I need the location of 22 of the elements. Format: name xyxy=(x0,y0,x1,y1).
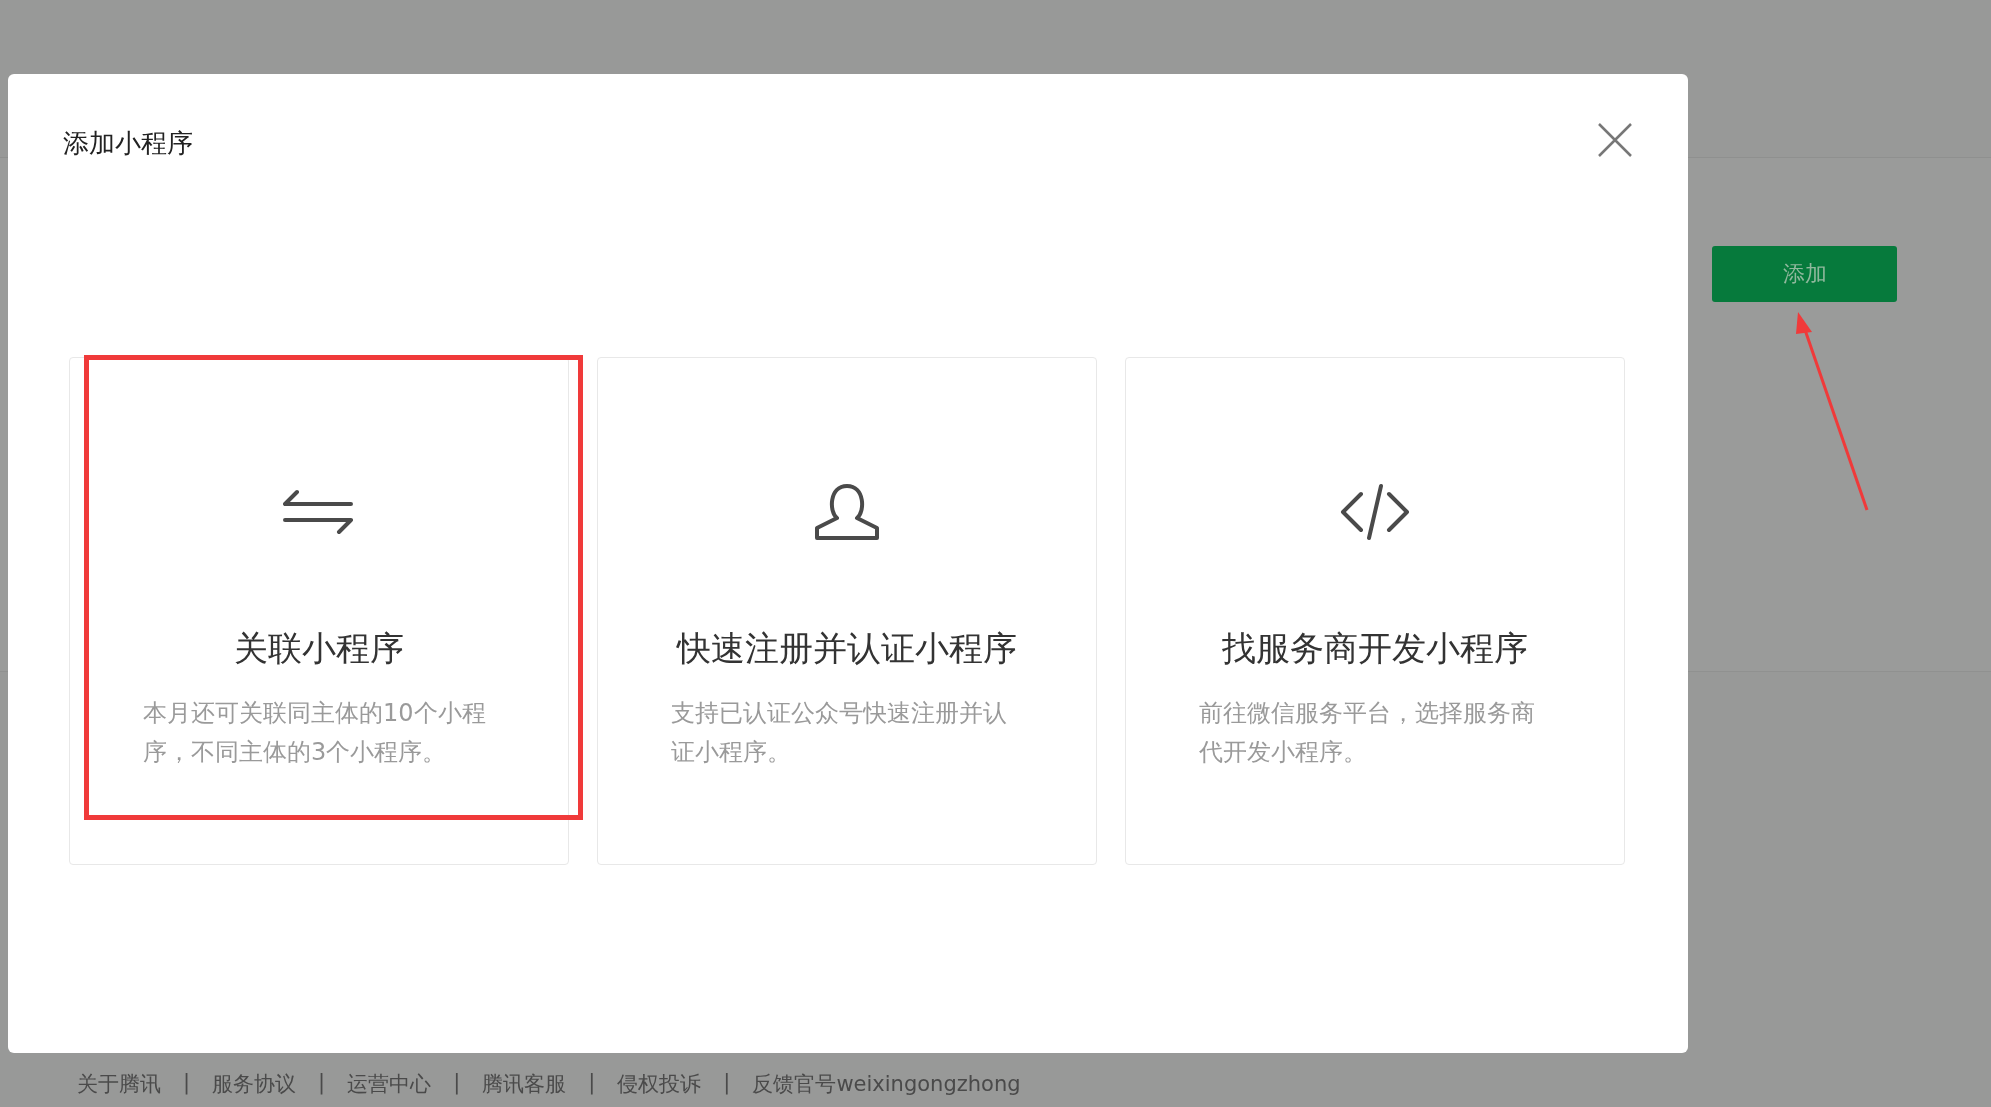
separator: | xyxy=(318,1070,326,1097)
footer-link[interactable]: 反馈官号weixingongzhong xyxy=(752,1070,1021,1098)
separator: | xyxy=(588,1070,596,1097)
option-card[interactable]: 找服务商开发小程序 前往微信服务平台，选择服务商代开发小程序。 xyxy=(1125,357,1625,865)
option-title: 找服务商开发小程序 xyxy=(1222,627,1528,670)
separator: | xyxy=(453,1070,461,1097)
dialog-title: 添加小程序 xyxy=(63,127,193,160)
footer-link[interactable]: 侵权投诉 xyxy=(617,1070,702,1098)
option-card[interactable]: 快速注册并认证小程序 支持已认证公众号快速注册并认证小程序。 xyxy=(597,357,1097,865)
footer-link[interactable]: 关于腾讯 xyxy=(77,1070,161,1098)
option-description: 前往微信服务平台，选择服务商代开发小程序。 xyxy=(1199,698,1536,768)
close-button[interactable] xyxy=(1597,122,1633,158)
option-title: 关联小程序 xyxy=(234,627,404,670)
option-description: 支持已认证公众号快速注册并认证小程序。 xyxy=(671,698,1008,768)
option-description: 本月还可关联同主体的10个小程序，不同主体的3个小程序。 xyxy=(143,698,487,768)
separator: | xyxy=(723,1070,731,1097)
add-button[interactable]: 添加 xyxy=(1712,246,1897,302)
footer-link[interactable]: 腾讯客服 xyxy=(482,1070,567,1098)
footer-link[interactable]: 运营中心 xyxy=(347,1070,432,1098)
footer-link[interactable]: 服务协议 xyxy=(212,1070,297,1098)
separator: | xyxy=(183,1070,191,1097)
option-title: 快速注册并认证小程序 xyxy=(677,627,1017,670)
